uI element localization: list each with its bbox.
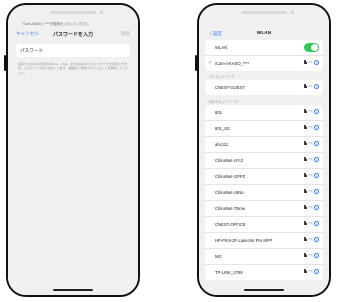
wifi-icon: ◠ [308,220,313,226]
info-icon[interactable]: i [314,204,319,210]
other-networks-header: ほかのネットワーク [209,100,238,104]
network-row[interactable]: ChinaNet-GPPZ ◠ i [205,169,323,185]
network-name: HP-Print-2F-LaserJet Pro MFP [215,238,273,243]
wlan-title: WLAN [256,31,272,36]
wifi-icon: ◠ [308,172,313,178]
network-row[interactable]: ChinaNet-c8Na ◠ i [205,185,323,201]
camera-dot [291,11,294,14]
info-icon[interactable]: i [314,252,319,258]
wifi-icon: ◠ [308,83,313,89]
lock-icon [303,84,307,88]
network-row[interactable]: abc111 ◠ i [205,137,323,153]
network-row[interactable]: 801 ◠ i [205,105,323,121]
lock-icon [303,205,307,209]
network-name: ChinaNet-cFc3 [215,158,243,163]
network-row[interactable]: ChinaNet-TNme ◠ i [205,201,323,217]
lock-icon [303,189,307,193]
wlan-toggle-row: WLAN [205,40,323,56]
lock-icon [303,237,307,241]
password-title: パスワードを入力 [52,31,93,38]
lock-icon [303,141,307,145]
network-name: 801_5G [215,126,230,131]
lock-icon [303,221,307,225]
wifi-icon: ◠ [308,59,313,65]
info-icon[interactable]: i [314,172,319,178]
home-indicator [244,289,284,291]
left-phone-volume-button [4,55,6,71]
network-row[interactable]: CNEST-GUEST ◠ i [205,80,323,95]
right-phone-frame: 〈 設定 WLAN WLAN ✓ iCam-AKASO_**** ◠ i マイネ… [197,3,331,297]
wifi-icon: ◠ [308,188,313,194]
network-name: CNEST-GUEST [215,85,245,90]
lock-icon [303,109,307,113]
network-name: CNEST-OFFICE [215,222,246,227]
wlan-label: WLAN [215,45,228,50]
password-field[interactable]: パスワード [16,44,130,57]
password-sharing-hint: 接続するWi-Fiの近辺のiPhone、iPad、またはMacからネットワークを… [18,62,129,75]
right-phone-volume-button [195,55,197,71]
lock-icon [303,125,307,129]
my-networks-list: CNEST-GUEST ◠ i [205,80,323,95]
speaker-bar [241,11,287,14]
left-phone-power-button [138,70,140,92]
wifi-icon: ◠ [308,204,313,210]
wifi-icon: ◠ [308,140,313,146]
network-row[interactable]: MG ◠ i [205,249,323,265]
wlan-nav-bar: 〈 設定 WLAN [199,27,329,39]
info-icon[interactable]: i [314,236,319,242]
checkmark-icon: ✓ [208,60,213,66]
network-name: TP-LINK_0798 [215,270,243,275]
info-icon[interactable]: i [314,140,319,146]
network-name: MG [215,254,222,259]
camera-dot [100,11,103,14]
wifi-icon: ◠ [308,156,313,162]
info-icon[interactable]: i [314,188,319,194]
network-name: ChinaNet-c8Na [215,190,244,195]
network-name: abc111 [215,142,229,147]
other-networks-list: 801 ◠ i 801_5G ◠ i abc111 ◠ i ChinaNet-cFc3 ◠ i Chin… [205,105,323,280]
info-icon[interactable]: i [314,268,319,274]
network-row[interactable]: 801_5G ◠ i [205,121,323,137]
password-prompt: "iCam-AKASO_****"的密码を入力してください [22,22,89,26]
password-nav-bar: キャンセル パスワードを入力 接続 [8,29,138,39]
home-indicator [53,289,93,291]
network-row[interactable]: TP-LINK_0798 ◠ i [205,265,323,280]
info-icon[interactable]: i [314,59,319,65]
wlan-card: WLAN ✓ iCam-AKASO_**** ◠ i [205,40,323,71]
right-phone-power-button [329,70,331,92]
join-button[interactable]: 接続 [121,31,130,37]
network-name: iCam-AKASO_**** [215,61,250,66]
wifi-icon: ◠ [308,252,313,258]
lock-icon [303,157,307,161]
network-name: ChinaNet-TNme [215,206,246,211]
network-row[interactable]: HP-Print-2F-LaserJet Pro MFP ◠ i [205,233,323,249]
wifi-icon: ◠ [308,108,313,114]
network-row[interactable]: CNEST-OFFICE ◠ i [205,217,323,233]
wifi-icon: ◠ [308,268,313,274]
lock-icon [303,269,307,273]
lock-icon [303,173,307,177]
network-name: 801 [215,110,222,115]
left-phone-frame: "iCam-AKASO_****"的密码を入力してください キャンセル パスワー… [6,3,140,297]
info-icon[interactable]: i [314,220,319,226]
info-icon[interactable]: i [314,124,319,130]
lock-icon [303,253,307,257]
wifi-icon: ◠ [308,236,313,242]
wlan-toggle[interactable] [304,43,319,52]
info-icon[interactable]: i [314,108,319,114]
lock-icon [303,60,307,64]
network-row[interactable]: ChinaNet-cFc3 ◠ i [205,153,323,169]
my-networks-header: マイネットワーク [209,75,235,79]
network-name: ChinaNet-GPPZ [215,174,246,179]
info-icon[interactable]: i [314,83,319,89]
connected-network-row[interactable]: ✓ iCam-AKASO_**** ◠ i [205,56,323,71]
info-icon[interactable]: i [314,156,319,162]
speaker-bar [50,11,96,14]
wifi-icon: ◠ [308,124,313,130]
